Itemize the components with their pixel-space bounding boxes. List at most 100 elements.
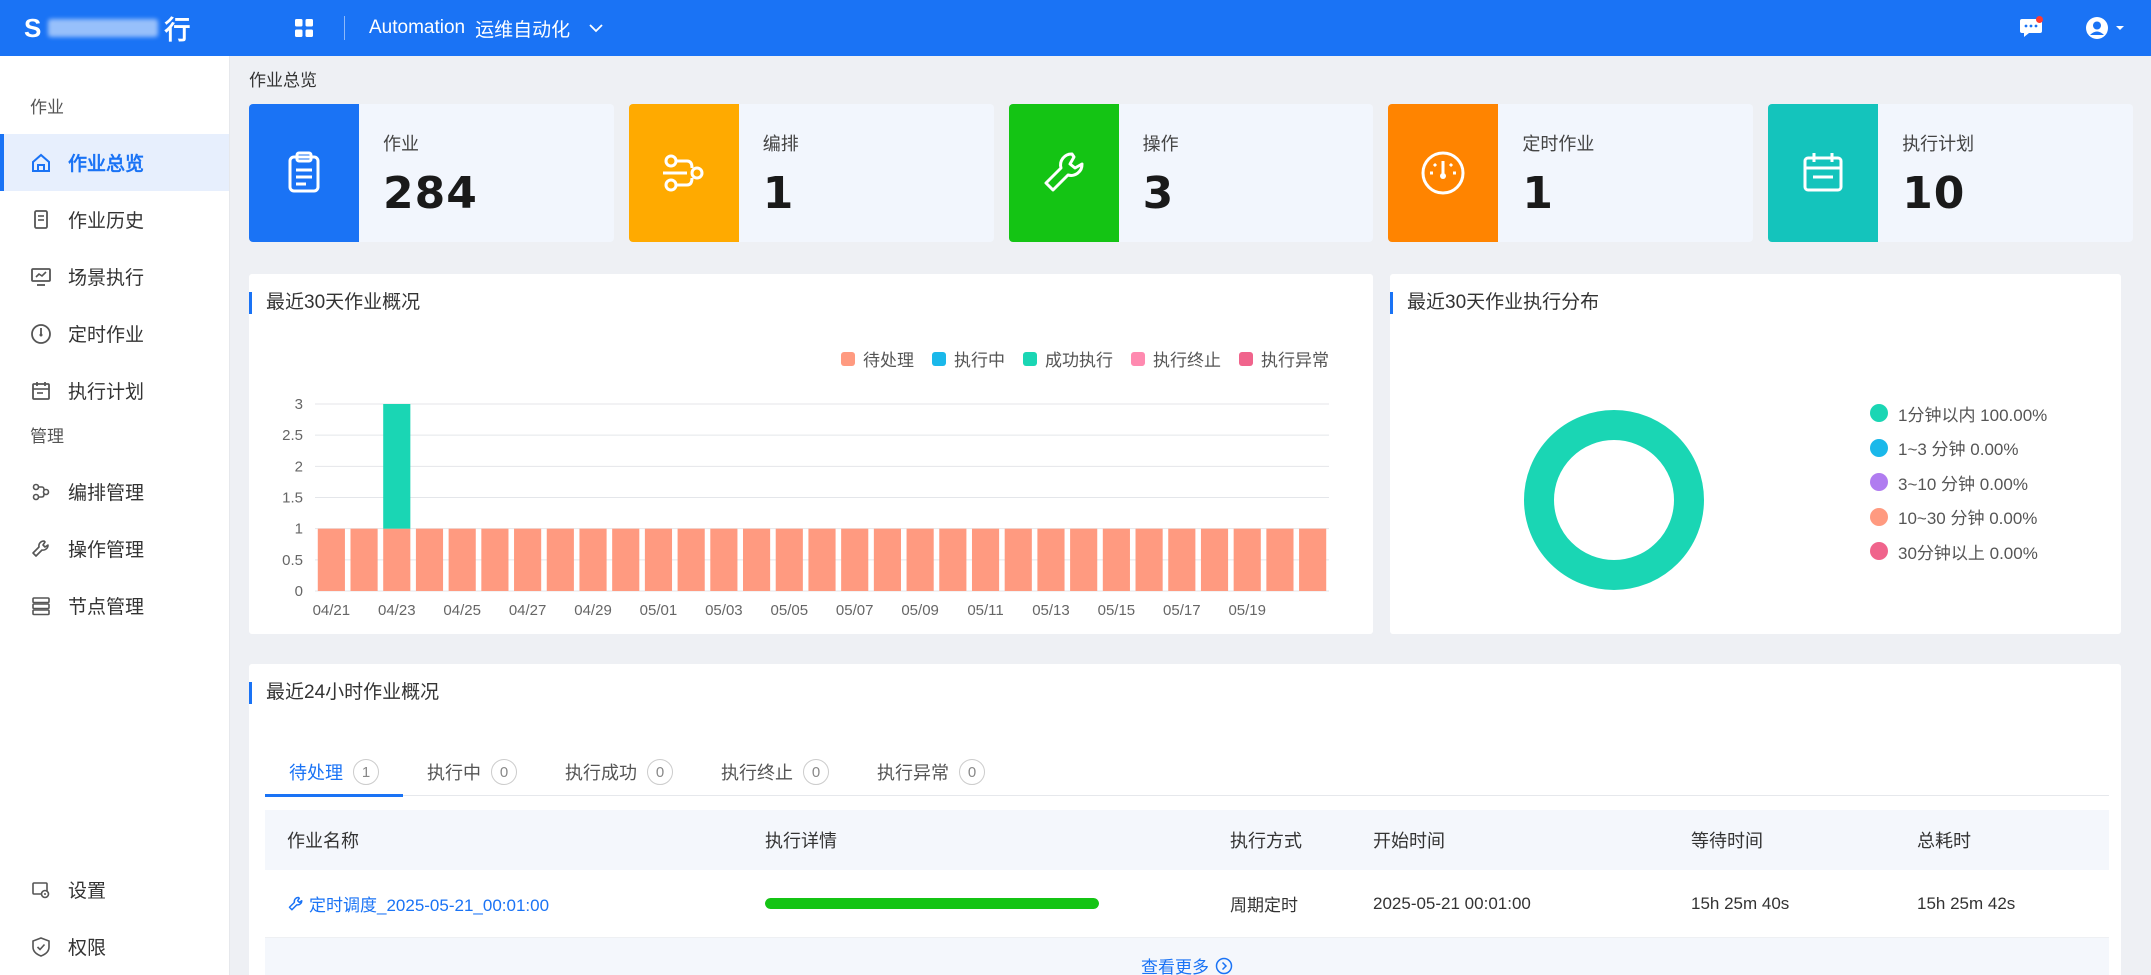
sidebar-item-nodes[interactable]: 节点管理 bbox=[0, 577, 229, 634]
bar[interactable] bbox=[841, 528, 869, 591]
y-tick-label: 1.5 bbox=[282, 490, 303, 507]
bar[interactable] bbox=[710, 528, 738, 591]
bar[interactable] bbox=[383, 528, 411, 591]
bar[interactable] bbox=[1004, 528, 1032, 591]
tab-status[interactable]: 执行中 0 bbox=[403, 748, 541, 796]
tab-status[interactable]: 执行成功 0 bbox=[541, 748, 697, 796]
bar[interactable] bbox=[971, 528, 1000, 591]
job-name-link[interactable]: 定时调度_2025-05-21_00:01:00 bbox=[287, 891, 549, 916]
bar[interactable] bbox=[1135, 528, 1163, 591]
x-tick-label: 05/11 bbox=[967, 602, 1003, 619]
stat-value: 284 bbox=[383, 168, 478, 219]
bar[interactable] bbox=[579, 528, 607, 591]
bar[interactable] bbox=[350, 528, 378, 591]
app-logo[interactable]: S 行 bbox=[0, 10, 240, 47]
bar[interactable] bbox=[873, 528, 901, 591]
tab-label: 待处理 bbox=[289, 763, 343, 783]
bar[interactable] bbox=[514, 528, 542, 591]
bar[interactable] bbox=[677, 528, 705, 591]
sidebar-item-label: 作业总览 bbox=[68, 154, 145, 175]
stat-card-plans[interactable]: 执行计划 10 bbox=[1768, 104, 2133, 242]
bar[interactable] bbox=[415, 528, 444, 591]
notification-dot bbox=[2036, 16, 2043, 23]
stats-row: 作业 284 编排 1 操作 3 定时作业 1 执行计划 10 bbox=[249, 104, 2133, 242]
bar[interactable] bbox=[644, 528, 673, 591]
sidebar-item-settings[interactable]: 设置 bbox=[0, 861, 229, 918]
bar[interactable] bbox=[1037, 528, 1065, 591]
caret-down-icon bbox=[2116, 26, 2124, 30]
bar[interactable] bbox=[743, 528, 771, 591]
calendar-icon bbox=[32, 381, 50, 400]
sidebar-item-orchestration[interactable]: 编排管理 bbox=[0, 463, 229, 520]
donut-legend: 1分钟以内 100.00% 1~3 分钟 0.00% 3~10 分钟 0.00% 10… bbox=[1870, 396, 2047, 569]
donut-legend-item[interactable]: 3~10 分钟 0.00% bbox=[1870, 465, 2047, 500]
bar[interactable] bbox=[1102, 528, 1130, 591]
message-button[interactable] bbox=[2013, 10, 2049, 46]
stat-label: 执行计划 bbox=[1902, 134, 1975, 154]
bar[interactable] bbox=[939, 528, 967, 591]
bar[interactable] bbox=[481, 528, 509, 591]
settings-icon bbox=[32, 881, 50, 898]
sidebar-item-plan[interactable]: 执行计划 bbox=[0, 362, 229, 419]
sidebar-item-scheduled[interactable]: 定时作业 bbox=[0, 305, 229, 362]
progress-cell bbox=[765, 898, 1099, 909]
column-header: 执行详情 bbox=[765, 831, 837, 851]
sidebar-item-scenario[interactable]: 场景执行 bbox=[0, 248, 229, 305]
job-name-cell: 定时调度_2025-05-21_00:01:00 bbox=[287, 891, 549, 916]
tab-label: 执行异常 bbox=[877, 763, 949, 783]
stat-value: 1 bbox=[762, 168, 795, 219]
donut-legend-item[interactable]: 30分钟以上 0.00% bbox=[1870, 534, 2047, 569]
bar[interactable] bbox=[808, 528, 836, 591]
stat-card-orchestration[interactable]: 编排 1 bbox=[628, 104, 994, 242]
stat-card-operations[interactable]: 操作 3 bbox=[1008, 104, 1374, 242]
bar[interactable] bbox=[775, 528, 803, 591]
bar[interactable] bbox=[1168, 528, 1196, 591]
view-more-label: 查看更多 bbox=[1141, 958, 1209, 975]
sidebar-item-operations[interactable]: 操作管理 bbox=[0, 520, 229, 577]
bar[interactable] bbox=[1200, 528, 1229, 591]
bar[interactable] bbox=[1233, 528, 1261, 591]
sidebar-item-history[interactable]: 作业历史 bbox=[0, 191, 229, 248]
donut-legend-item[interactable]: 1分钟以内 100.00% bbox=[1870, 396, 2047, 431]
tab-status[interactable]: 执行异常 0 bbox=[853, 748, 1009, 796]
sidebar-item-permissions[interactable]: 权限 bbox=[0, 918, 229, 975]
column-header: 作业名称 bbox=[287, 831, 359, 851]
sidebar-item-label: 执行计划 bbox=[68, 382, 145, 403]
x-tick-label: 04/27 bbox=[509, 602, 547, 619]
bar[interactable] bbox=[1266, 528, 1294, 591]
bar-chart: 0 0.5 1 1.5 2 2.5 3 04/21 04/23 04/25 04/27 04/29 05… bbox=[282, 396, 1329, 619]
view-more-link[interactable]: 查看更多 bbox=[1141, 953, 1233, 975]
tab-status[interactable]: 待处理 1 bbox=[265, 748, 403, 797]
sidebar-item-label: 编排管理 bbox=[68, 483, 145, 504]
bar[interactable] bbox=[448, 528, 476, 591]
bar[interactable] bbox=[1299, 528, 1327, 591]
bar[interactable] bbox=[546, 528, 574, 591]
apps-grid-icon[interactable] bbox=[282, 6, 326, 50]
tab-status[interactable]: 执行终止 0 bbox=[697, 748, 853, 796]
bar[interactable] bbox=[612, 528, 640, 591]
donut-legend-item[interactable]: 1~3 分钟 0.00% bbox=[1870, 431, 2047, 466]
y-tick-label: 2 bbox=[295, 458, 303, 475]
start-time-cell: 2025-05-21 00:01:00 bbox=[1373, 893, 1531, 913]
stat-card-scheduled[interactable]: 定时作业 1 bbox=[1388, 104, 1754, 242]
column-header: 执行方式 bbox=[1230, 831, 1302, 851]
sidebar-item-label: 场景执行 bbox=[68, 268, 145, 289]
document-icon bbox=[34, 209, 48, 229]
legend-dot bbox=[1870, 507, 1888, 526]
bar[interactable] bbox=[317, 528, 345, 591]
status-tabs: 待处理 1 执行中 0 执行成功 0 执行终止 0 执行异常 0 bbox=[265, 748, 2109, 797]
module-switcher[interactable]: Automation 运维自动化 bbox=[369, 15, 604, 42]
gauge-icon bbox=[1421, 151, 1465, 195]
donut-legend-item[interactable]: 10~30 分钟 0.00% bbox=[1870, 500, 2047, 535]
bar[interactable] bbox=[1070, 528, 1098, 591]
bar[interactable] bbox=[906, 528, 934, 591]
stat-icon-box bbox=[628, 104, 739, 242]
x-tick-label: 05/01 bbox=[640, 602, 678, 619]
bar[interactable] bbox=[383, 404, 411, 529]
sidebar-item-overview[interactable]: 作业总览 bbox=[0, 134, 229, 191]
tab-count-badge: 0 bbox=[491, 759, 517, 785]
user-menu-button[interactable] bbox=[2081, 10, 2129, 46]
x-tick-label: 05/17 bbox=[1163, 602, 1201, 619]
stat-card-jobs[interactable]: 作业 284 bbox=[249, 104, 614, 242]
donut-slice[interactable] bbox=[1524, 410, 1704, 590]
